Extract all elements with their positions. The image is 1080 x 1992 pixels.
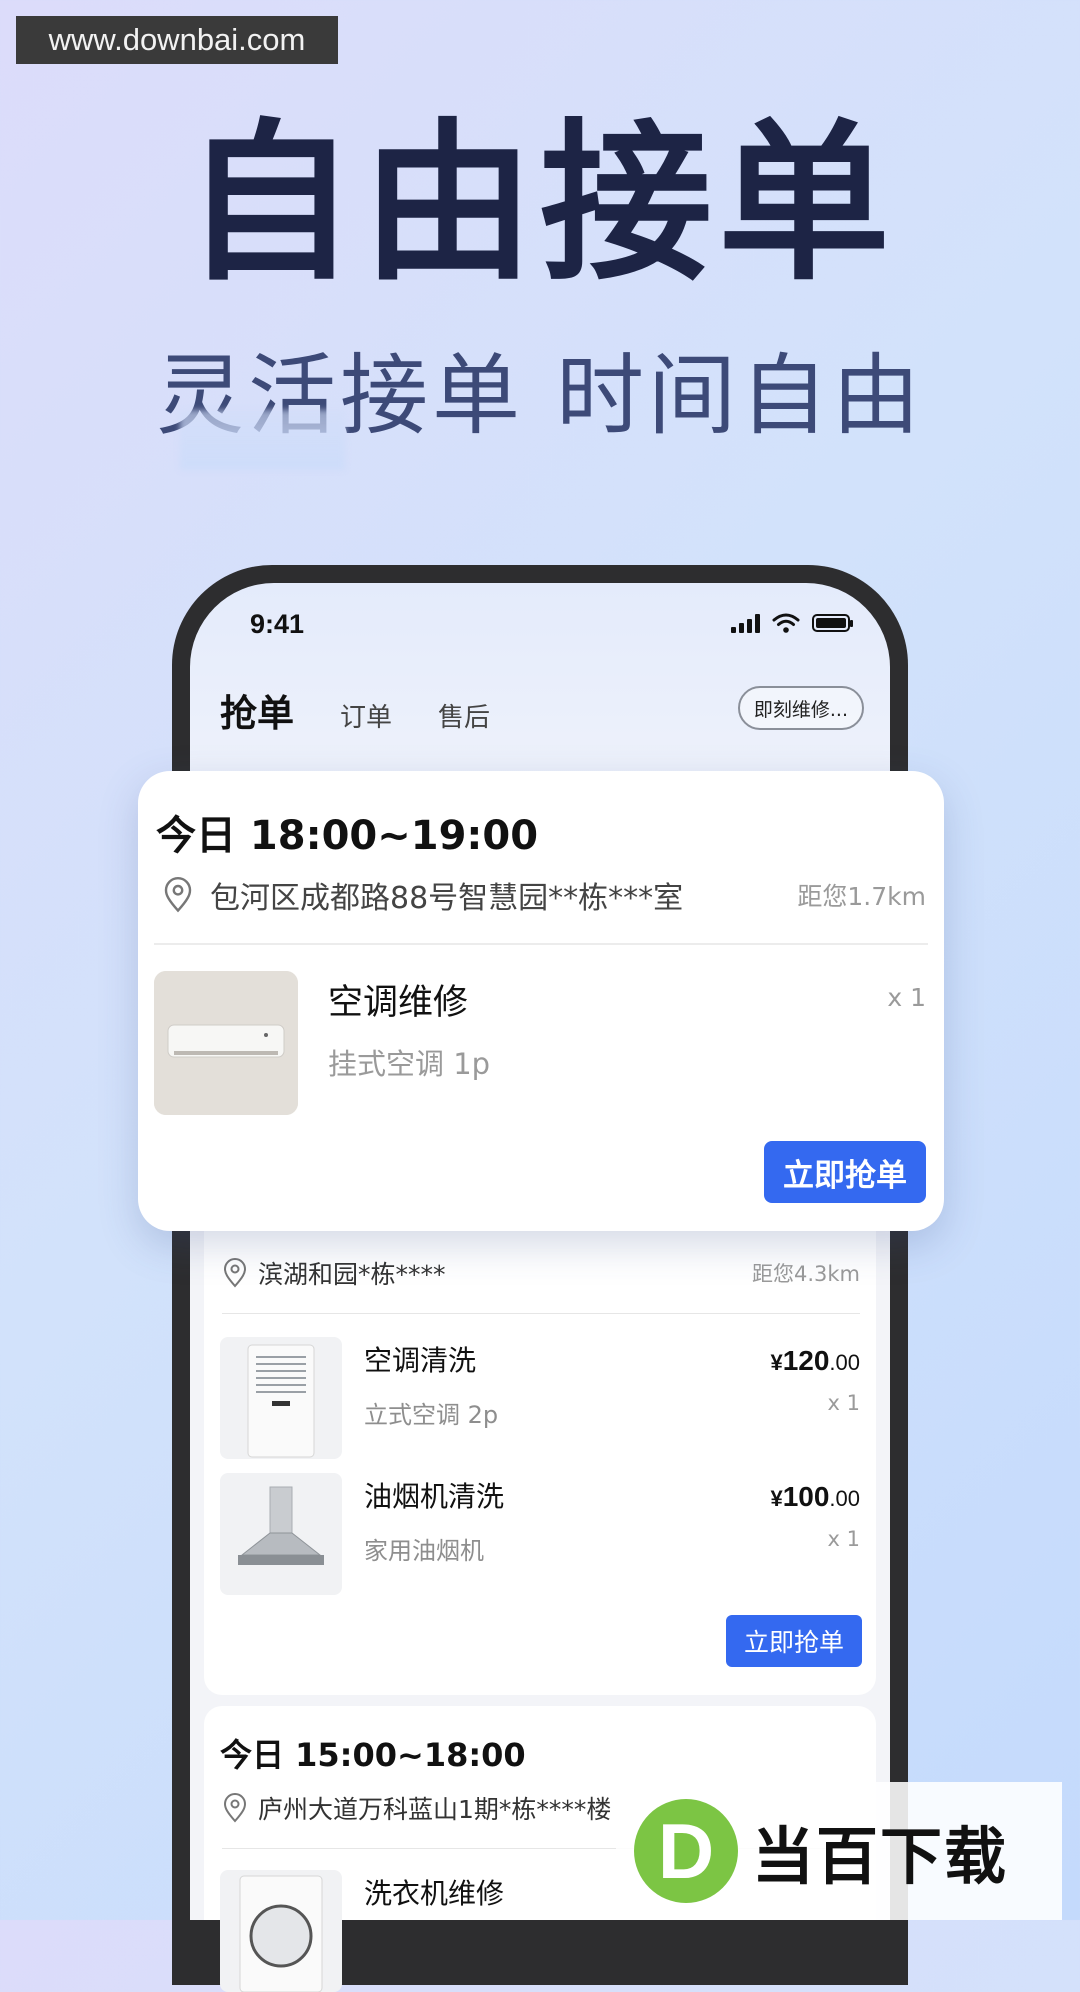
brand-name: 当百下载 [752, 1820, 1009, 1893]
washing-machine-image [220, 1870, 342, 1992]
item-qty: x 1 [827, 1527, 860, 1551]
hero-subtitle: 灵活接单 时间自由 [156, 344, 924, 447]
grab-order-button[interactable]: 立即抢单 [726, 1615, 862, 1667]
order-divider [222, 1313, 860, 1314]
tab-bar: 抢单 订单 售后 [220, 683, 490, 737]
order-card-2: 滨湖和园*栋**** 距您4.3km 空调清洗 立式空调 2p ¥120.00 … [204, 1215, 876, 1689]
site-watermark: www.downbai.com [16, 16, 338, 64]
order-address-row: 滨湖和园*栋**** 距您4.3km [222, 1255, 860, 1291]
item-qty: x 1 [887, 983, 926, 1012]
hero-title: 自由接单 [184, 103, 896, 304]
battery-icon [812, 614, 853, 632]
item-spec: 立式空调 2p [364, 1401, 499, 1429]
brand-watermark: D 当百下载 [616, 1782, 1062, 1920]
item-price: ¥120.00 [770, 1345, 860, 1376]
item-spec: 挂式空调 1p [328, 1047, 491, 1081]
order-address: 包河区成都路88号智慧园**栋***室 [210, 881, 684, 916]
order-distance: 距您1.7km [797, 882, 926, 911]
status-time: 9:41 [250, 609, 305, 639]
item-qty: x 1 [827, 1391, 860, 1415]
order-time: 今日 18:00~19:00 [156, 813, 539, 859]
location-pin-icon [164, 877, 192, 913]
standing-ac-image [220, 1337, 342, 1459]
range-hood-image [220, 1473, 342, 1595]
signal-icon [731, 613, 760, 633]
location-pin-icon [223, 1793, 247, 1823]
tab-grab[interactable]: 抢单 [220, 683, 294, 737]
list-item: 油烟机清洗 家用油烟机 ¥100.00 x 1 [220, 1473, 860, 1595]
item-name: 洗衣机维修 [364, 1877, 505, 1910]
order-address-row: 包河区成都路88号智慧园**栋***室 距您1.7km [162, 873, 926, 917]
order-time: 今日 15:00~18:00 [220, 1736, 526, 1774]
status-icons [731, 613, 853, 633]
blur-patch [180, 410, 345, 470]
order-divider [154, 943, 928, 945]
featured-order-card: 今日 18:00~19:00 包河区成都路88号智慧园**栋***室 距您1.7… [138, 771, 944, 1231]
list-item: 空调清洗 立式空调 2p ¥120.00 x 1 [220, 1337, 860, 1459]
item-price: ¥100.00 [770, 1481, 860, 1512]
item-name: 空调维修 [328, 983, 469, 1023]
wall-ac-image [154, 971, 298, 1115]
location-pin-icon [223, 1258, 247, 1288]
item-name: 油烟机清洗 [364, 1480, 505, 1513]
brand-logo-icon: D [634, 1799, 738, 1903]
item-name: 空调清洗 [364, 1344, 477, 1377]
order-address: 滨湖和园*栋**** [258, 1260, 446, 1289]
wifi-icon [772, 613, 800, 633]
order-distance: 距您4.3km [751, 1262, 860, 1286]
tab-after-sales[interactable]: 售后 [438, 697, 490, 734]
grab-order-button[interactable]: 立即抢单 [764, 1141, 926, 1203]
tab-orders[interactable]: 订单 [340, 697, 392, 734]
filter-button[interactable]: 即刻维修... [737, 686, 864, 730]
item-spec: 家用油烟机 [364, 1537, 484, 1565]
